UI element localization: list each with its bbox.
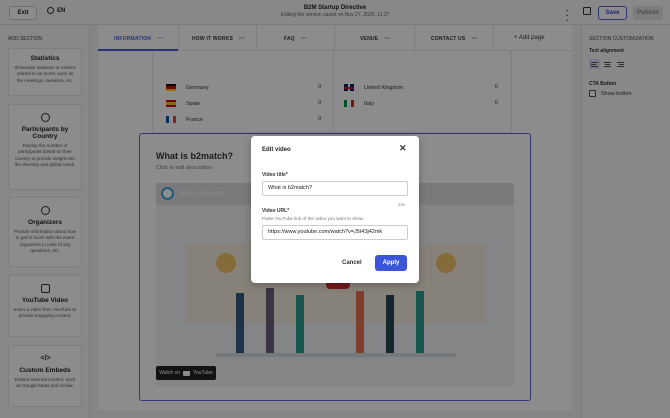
dialog-title: Edit video xyxy=(262,147,291,153)
cancel-button[interactable]: Cancel xyxy=(342,260,362,266)
video-url-help: Paste YouTube link of the video you want… xyxy=(262,216,364,221)
apply-button[interactable]: Apply xyxy=(375,255,407,271)
video-url-input[interactable]: https://www.youtube.com/watch?v=J5t43j42… xyxy=(262,225,408,240)
video-title-label: Video title* xyxy=(262,172,288,178)
edit-video-dialog: Edit video ✕ Video title* What is b2matc… xyxy=(251,136,419,283)
close-icon[interactable]: ✕ xyxy=(399,144,407,153)
character-counter: 239 xyxy=(398,202,405,207)
video-url-label: Video URL* xyxy=(262,208,290,214)
video-title-input[interactable]: What is b2match? xyxy=(262,181,408,196)
